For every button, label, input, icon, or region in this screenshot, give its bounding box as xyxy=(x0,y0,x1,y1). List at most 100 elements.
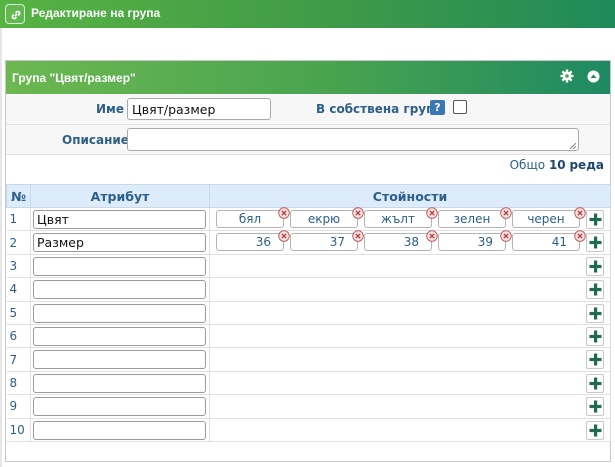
group-panel: Група "Цвят/размер" Име В собствен xyxy=(5,60,611,462)
value-chip[interactable]: черен xyxy=(512,207,586,228)
add-value-button[interactable] xyxy=(586,280,604,300)
values-cell xyxy=(209,371,611,396)
add-value-button[interactable] xyxy=(586,256,604,276)
row-number: 5 xyxy=(6,301,31,325)
value-text: 38 xyxy=(403,235,419,250)
remove-value-icon[interactable] xyxy=(426,230,438,243)
remove-value-icon[interactable] xyxy=(426,207,438,219)
collapse-icon[interactable] xyxy=(587,70,600,86)
table-row: 5 xyxy=(6,301,611,325)
remove-value-icon[interactable] xyxy=(278,230,290,243)
attribute-input[interactable] xyxy=(33,303,206,323)
attribute-input[interactable] xyxy=(33,420,206,440)
total-unit: реда xyxy=(569,158,604,172)
attr-cell xyxy=(30,301,210,325)
add-value-button[interactable] xyxy=(586,350,604,370)
value-text: 36 xyxy=(255,235,271,250)
row-number: 3 xyxy=(6,254,31,279)
values-cell xyxy=(209,418,611,442)
table-row: 6 xyxy=(6,324,611,349)
add-value-button[interactable] xyxy=(586,303,604,323)
row-number: 9 xyxy=(6,394,31,419)
page-header: Редактиране на група xyxy=(0,0,615,28)
value-chip[interactable]: екрю xyxy=(290,207,364,228)
value-text: черен xyxy=(527,212,565,226)
attribute-input[interactable] xyxy=(33,397,206,417)
table-row: 7 xyxy=(6,347,611,372)
attribute-input[interactable] xyxy=(33,256,206,276)
resize-handle-icon[interactable] xyxy=(569,142,577,150)
add-value-button[interactable] xyxy=(586,233,604,253)
attr-cell xyxy=(30,277,210,302)
value-text: бял xyxy=(238,212,262,226)
window-edge xyxy=(0,0,2,467)
table-row: 2 Размер 36 37 38 39 41 xyxy=(6,230,611,255)
description-input[interactable] xyxy=(127,128,579,151)
add-value-button[interactable] xyxy=(586,373,604,393)
table-header-row: № Атрибут Стойности xyxy=(6,184,611,208)
help-icon[interactable]: ? xyxy=(430,100,445,115)
remove-value-icon[interactable] xyxy=(500,207,512,219)
total-number: 10 xyxy=(548,158,566,172)
attribute-input[interactable] xyxy=(33,373,206,393)
attr-cell: Цвят xyxy=(30,207,210,232)
value-chip[interactable]: 41 xyxy=(512,230,586,252)
attr-cell xyxy=(30,371,210,396)
value-text: зелен xyxy=(453,212,491,226)
description-label: Описание xyxy=(62,133,129,147)
value-chip[interactable]: 36 xyxy=(216,230,290,252)
remove-value-icon[interactable] xyxy=(352,207,364,219)
remove-value-icon[interactable] xyxy=(574,207,586,219)
value-chip[interactable]: 39 xyxy=(438,230,512,252)
attribute-input[interactable]: Цвят xyxy=(33,210,206,229)
value-chip[interactable]: жълт xyxy=(364,207,438,228)
attribute-input[interactable] xyxy=(33,326,206,346)
own-group-label: В собствена група xyxy=(316,102,443,116)
values-cell xyxy=(209,347,611,372)
attribute-input[interactable]: Размер xyxy=(33,233,206,253)
remove-value-icon[interactable] xyxy=(278,207,290,219)
add-value-button[interactable] xyxy=(586,420,604,440)
attr-cell xyxy=(30,418,210,442)
col-values-header: Стойности xyxy=(209,184,611,208)
name-input[interactable] xyxy=(127,98,271,120)
row-number: 8 xyxy=(6,371,31,396)
attributes-table: № Атрибут Стойности 1 Цвят бял екрю жълт зеле… xyxy=(6,184,611,442)
table-row: 1 Цвят бял екрю жълт зелен черен xyxy=(6,207,611,232)
attribute-input[interactable] xyxy=(33,280,206,300)
table-row: 10 xyxy=(6,418,611,442)
value-chip[interactable]: 38 xyxy=(364,230,438,252)
values-cell xyxy=(209,277,611,302)
table-row: 4 xyxy=(6,277,611,302)
table-row: 3 xyxy=(6,254,611,279)
own-group-checkbox[interactable] xyxy=(453,100,467,114)
values-cell xyxy=(209,324,611,349)
values-cell: бял екрю жълт зелен черен xyxy=(209,207,611,232)
remove-value-icon[interactable] xyxy=(500,230,512,243)
panel-header: Група "Цвят/размер" xyxy=(6,61,610,94)
add-value-button[interactable] xyxy=(586,397,604,417)
name-row: Име В собствена група ? xyxy=(6,95,610,125)
value-text: 37 xyxy=(329,235,345,250)
add-value-button[interactable] xyxy=(586,210,604,229)
value-chip[interactable]: зелен xyxy=(438,207,512,228)
row-number: 10 xyxy=(6,418,31,442)
remove-value-icon[interactable] xyxy=(574,230,586,243)
panel-title: Група "Цвят/размер" xyxy=(12,71,136,85)
description-row: Описание xyxy=(6,125,610,155)
attr-cell xyxy=(30,254,210,279)
value-text: екрю xyxy=(307,212,341,226)
gear-icon[interactable] xyxy=(560,69,574,86)
value-chip[interactable]: бял xyxy=(216,207,290,228)
col-attr-header: Атрибут xyxy=(30,184,210,208)
row-number: 1 xyxy=(6,207,31,232)
remove-value-icon[interactable] xyxy=(352,230,364,243)
value-text: 41 xyxy=(551,235,567,250)
page-title: Редактиране на група xyxy=(31,6,161,20)
values-cell xyxy=(209,394,611,419)
attribute-input[interactable] xyxy=(33,350,206,370)
add-value-button[interactable] xyxy=(586,326,604,346)
value-text: жълт xyxy=(381,212,415,226)
value-chip[interactable]: 37 xyxy=(290,230,364,252)
row-number: 2 xyxy=(6,230,31,255)
